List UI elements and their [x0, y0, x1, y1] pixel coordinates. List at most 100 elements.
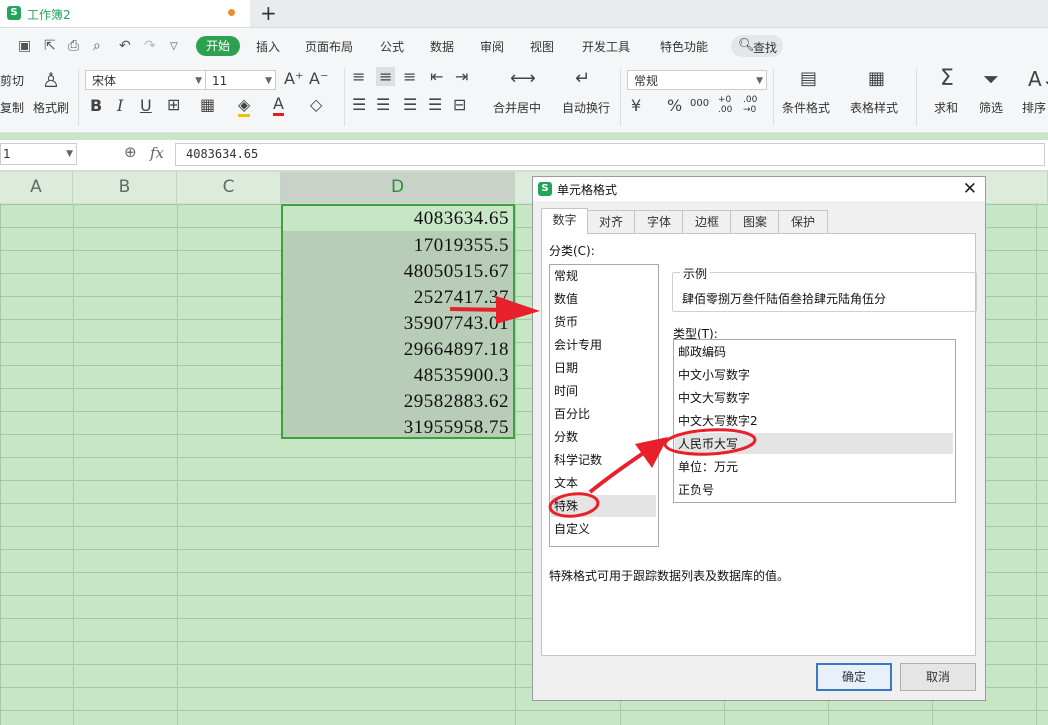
save-icon[interactable]: ▣	[18, 38, 31, 54]
ok-button[interactable]: 确定	[816, 663, 892, 691]
align-bottom-icon[interactable]: ≡	[403, 67, 416, 86]
filter-button[interactable]: 筛选	[979, 99, 1003, 116]
number-format-select[interactable]: 常规 ▼	[627, 70, 767, 90]
type-chinese-uppercase-2[interactable]: 中文大写数字2	[678, 410, 758, 432]
category-custom[interactable]: 自定义	[554, 518, 590, 540]
format-painter-button[interactable]: 格式刷	[33, 99, 69, 116]
formula-input[interactable]: 4083634.65	[175, 143, 1045, 166]
type-chinese-lowercase[interactable]: 中文小写数字	[678, 364, 750, 386]
outdent-icon[interactable]: ⇤	[430, 67, 443, 86]
category-accounting[interactable]: 会计专用	[554, 334, 602, 356]
menu-review[interactable]: 审阅	[480, 38, 504, 55]
close-icon[interactable]: ✕	[963, 179, 977, 199]
category-number[interactable]: 数值	[554, 288, 578, 310]
zoom-icon[interactable]: ⊕	[124, 143, 137, 161]
cancel-button[interactable]: 取消	[900, 663, 976, 691]
align-middle-icon[interactable]: ≡	[376, 67, 396, 86]
increase-font-icon[interactable]: A⁺	[284, 69, 303, 88]
italic-icon[interactable]: I	[117, 96, 123, 115]
tab-number[interactable]: 数字	[541, 208, 588, 234]
cell-d8[interactable]: 29582883.62	[283, 390, 509, 413]
copy-button[interactable]: 复制	[0, 99, 24, 116]
distributed-align-icon[interactable]: ⊟	[453, 95, 466, 114]
column-header-a[interactable]: A	[0, 172, 73, 203]
type-plus-minus-sign[interactable]: 正负号	[678, 479, 714, 501]
cell-d5[interactable]: 35907743.01	[283, 312, 509, 335]
category-general[interactable]: 常规	[554, 265, 578, 287]
cell-d6[interactable]: 29664897.18	[283, 338, 509, 361]
sum-icon[interactable]: Σ	[940, 66, 954, 91]
tab-protection[interactable]: 保护	[778, 210, 828, 233]
category-currency[interactable]: 货币	[554, 311, 578, 333]
menu-home[interactable]: 开始	[196, 36, 240, 56]
tab-alignment[interactable]: 对齐	[586, 210, 636, 233]
category-date[interactable]: 日期	[554, 357, 578, 379]
document-tab[interactable]: S 工作簿2	[0, 0, 250, 27]
undo-icon[interactable]: ↶	[119, 38, 131, 54]
category-scientific[interactable]: 科学记数	[554, 449, 602, 471]
wrap-text-icon[interactable]: ↵	[575, 68, 590, 89]
cell-d3[interactable]: 48050515.67	[283, 260, 509, 283]
sum-button[interactable]: 求和	[934, 99, 958, 116]
menu-page-layout[interactable]: 页面布局	[305, 38, 353, 55]
fill-color-icon[interactable]: ◈	[238, 95, 251, 117]
type-rmb-uppercase[interactable]: 人民币大写	[678, 433, 738, 455]
tab-border[interactable]: 边框	[682, 210, 732, 233]
column-header-b[interactable]: B	[73, 172, 177, 203]
border-icon[interactable]: ⊞	[167, 95, 180, 114]
table-style-icon[interactable]: ▦	[868, 68, 885, 89]
decrease-font-icon[interactable]: A⁻	[309, 69, 328, 88]
format-painter-icon[interactable]: ♙	[42, 68, 60, 92]
conditional-format-icon[interactable]: ▤	[800, 68, 817, 89]
cell-d9[interactable]: 31955958.75	[283, 416, 509, 439]
font-size-select[interactable]: 11 ▼	[205, 70, 276, 90]
font-name-select[interactable]: 宋体 ▼	[85, 70, 206, 90]
column-header-c[interactable]: C	[177, 172, 281, 203]
search-button[interactable]: 🔍︎ 查找	[731, 35, 783, 57]
cell-d4[interactable]: 2527417.37	[283, 286, 509, 309]
category-text[interactable]: 文本	[554, 472, 578, 494]
category-fraction[interactable]: 分数	[554, 426, 578, 448]
cell-d7[interactable]: 48535900.3	[283, 364, 509, 387]
print-icon[interactable]: ⎙	[68, 38, 79, 54]
align-right-icon[interactable]: ☰	[403, 95, 417, 114]
type-chinese-uppercase[interactable]: 中文大写数字	[678, 387, 750, 409]
justify-icon[interactable]: ☰	[428, 95, 442, 114]
clear-format-icon[interactable]: ◇	[310, 95, 322, 114]
column-header-d[interactable]: D	[281, 172, 515, 203]
wrap-text-button[interactable]: 自动换行	[562, 99, 610, 116]
menu-insert[interactable]: 插入	[256, 38, 280, 55]
thousands-separator-icon[interactable]: 000	[690, 98, 709, 109]
sort-icon[interactable]: A↓	[1028, 67, 1048, 91]
fx-icon[interactable]: fx	[150, 144, 164, 162]
menu-view[interactable]: 视图	[530, 38, 554, 55]
category-time[interactable]: 时间	[554, 380, 578, 402]
conditional-format-button[interactable]: 条件格式	[782, 99, 830, 116]
menu-data[interactable]: 数据	[430, 38, 454, 55]
decrease-decimal-icon[interactable]: .00 →0	[743, 95, 763, 115]
cut-button[interactable]: 剪切	[0, 72, 24, 89]
more-chevron-icon[interactable]: ▽	[170, 41, 178, 52]
filter-icon[interactable]: ⏷	[983, 67, 999, 91]
tab-font[interactable]: 字体	[634, 210, 684, 233]
tab-pattern[interactable]: 图案	[730, 210, 780, 233]
indent-icon[interactable]: ⇥	[455, 67, 468, 86]
print-preview-icon[interactable]: ⌕	[93, 38, 101, 54]
category-special[interactable]: 特殊	[554, 495, 578, 517]
font-color-icon[interactable]: A	[273, 94, 284, 116]
align-left-icon[interactable]: ☰	[352, 95, 366, 114]
export-icon[interactable]: ⇱	[44, 38, 56, 54]
redo-icon[interactable]: ↷	[144, 38, 156, 54]
menu-formulas[interactable]: 公式	[380, 38, 404, 55]
type-list[interactable]: 邮政编码 中文小写数字 中文大写数字 中文大写数字2 人民币大写 单位：万元 正…	[673, 339, 956, 503]
name-box[interactable]: 1 ▼	[0, 143, 77, 165]
cell-d1[interactable]: 4083634.65	[283, 207, 509, 230]
type-unit-wan-yuan[interactable]: 单位：万元	[678, 456, 738, 478]
merge-center-icon[interactable]: ⟷	[510, 68, 536, 89]
cell-d2[interactable]: 17019355.5	[283, 234, 509, 257]
menu-special-features[interactable]: 特色功能	[660, 38, 708, 55]
table-style-button[interactable]: 表格样式	[850, 99, 898, 116]
increase-decimal-icon[interactable]: +0 .00	[718, 95, 738, 115]
merge-center-button[interactable]: 合并居中	[493, 99, 541, 116]
category-list[interactable]: 常规 数值 货币 会计专用 日期 时间 百分比 分数 科学记数 文本 特殊 自定…	[549, 264, 659, 547]
